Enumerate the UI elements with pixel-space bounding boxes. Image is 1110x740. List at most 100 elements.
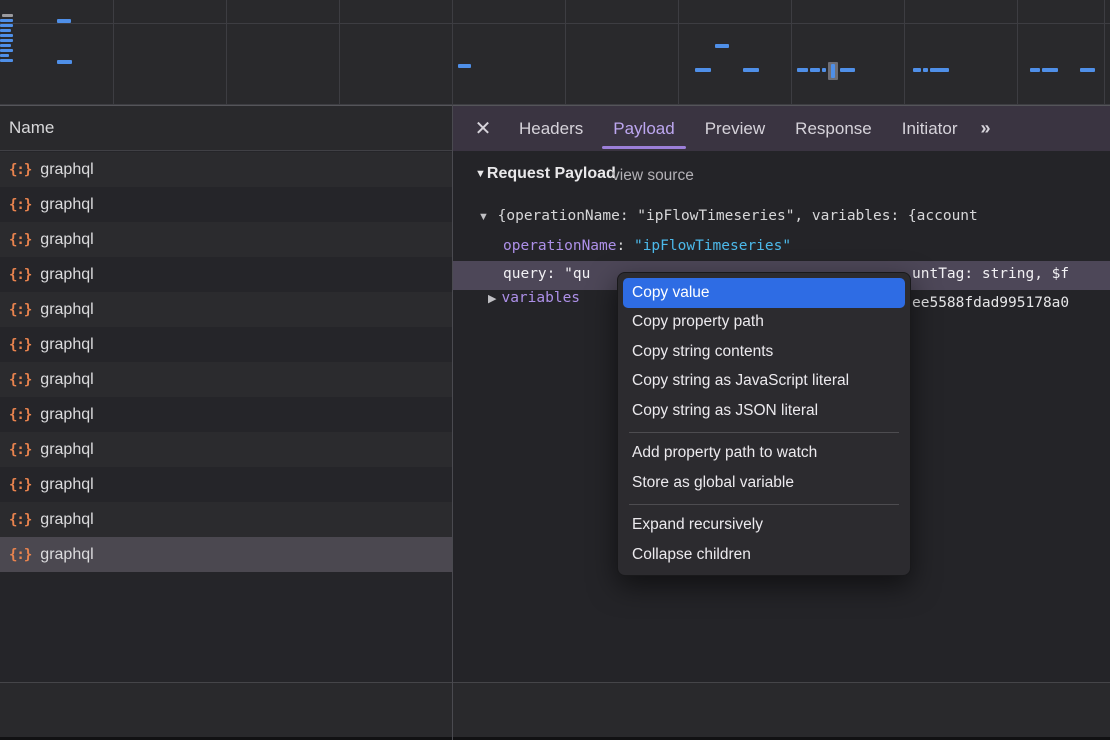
waterfall-bar — [913, 68, 921, 72]
json-fetch-icon: {:} — [9, 547, 31, 563]
pane-splitter[interactable] — [452, 105, 453, 740]
request-rows: {:} graphql {:} graphql {:} graphql {:} grap… — [0, 152, 452, 572]
query-left-fragment: query: "qu — [503, 266, 590, 282]
request-name: graphql — [40, 511, 93, 529]
waterfall-bar — [57, 60, 72, 64]
devtools-network-panel: Name {:} graphql {:} graphql {:} graphql {:… — [0, 0, 1110, 740]
waterfall-bar — [0, 19, 13, 22]
variables-right-fragment: ee5588fdad995178a0 — [912, 295, 1069, 311]
table-row[interactable]: {:} graphql — [0, 397, 452, 432]
waterfall-bar — [1030, 68, 1040, 72]
waterfall-bar — [0, 44, 11, 47]
menu-item-copy-string-js-literal[interactable]: Copy string as JavaScript literal — [623, 367, 905, 397]
table-row[interactable]: {:}graphql — [0, 432, 452, 467]
waterfall-bar — [923, 68, 928, 72]
menu-separator — [629, 432, 899, 433]
overview-gridline — [1017, 0, 1018, 105]
request-name: graphql — [40, 266, 93, 284]
tab-initiator[interactable]: Initiator — [887, 106, 973, 151]
menu-item-copy-value[interactable]: Copy value — [623, 278, 905, 308]
request-name: graphql — [40, 476, 93, 494]
waterfall-bar — [930, 68, 949, 72]
more-tabs-icon[interactable]: » — [972, 106, 1000, 151]
payload-summary-row[interactable]: ▼ {operationName: "ipFlowTimeseries", va… — [478, 208, 1110, 224]
json-fetch-icon: {:} — [9, 232, 31, 248]
menu-separator — [629, 504, 899, 505]
request-list-pane: Name {:} graphql {:} graphql {:} graphql {:… — [0, 105, 452, 682]
menu-item-copy-property-path[interactable]: Copy property path — [623, 308, 905, 338]
request-name: graphql — [40, 231, 93, 249]
table-row[interactable]: {:} graphql — [0, 467, 452, 502]
json-fetch-icon: {:} — [9, 407, 31, 423]
overview-gridline — [678, 0, 679, 105]
table-row[interactable]: {:} graphql — [0, 222, 452, 257]
waterfall-bar — [0, 39, 13, 42]
menu-item-expand-recursively[interactable]: Expand recursively — [623, 511, 905, 541]
overview-gridline — [113, 0, 114, 105]
payload-summary-text: {operationName: "ipFlowTimeseries", vari… — [498, 208, 978, 224]
tab-payload[interactable]: Payload — [598, 106, 689, 151]
tree-row-operation-name[interactable]: operationName: "ipFlowTimeseries" — [503, 238, 791, 254]
section-title: Request Payload — [487, 165, 616, 183]
network-overview-timeline[interactable] — [0, 0, 1110, 105]
table-row[interactable]: {:}graphql — [0, 187, 452, 222]
menu-item-copy-string-contents[interactable]: Copy string contents — [623, 337, 905, 367]
request-name: graphql — [40, 546, 93, 564]
table-row-selected[interactable]: {:} graphql — [0, 537, 452, 572]
request-name: graphql — [40, 406, 93, 424]
overview-gridline — [1104, 0, 1105, 105]
menu-item-add-property-path-to-watch[interactable]: Add property path to watch — [623, 439, 905, 469]
view-source-link[interactable]: view source — [612, 167, 694, 185]
json-fetch-icon: {:} — [9, 337, 31, 353]
collapse-triangle-icon: ▼ — [475, 168, 486, 180]
expand-triangle-icon: ▶ — [488, 293, 496, 305]
overview-gridline — [791, 0, 792, 105]
summary-footer — [0, 682, 1110, 737]
request-payload-section[interactable]: ▼ Request Payload — [475, 165, 616, 183]
table-row[interactable]: {:} graphql — [0, 152, 452, 187]
menu-item-collapse-children[interactable]: Collapse children — [623, 540, 905, 570]
waterfall-bar — [0, 34, 13, 37]
json-fetch-icon: {:} — [9, 477, 31, 493]
json-fetch-icon: {:} — [9, 267, 31, 283]
waterfall-bar — [0, 29, 11, 32]
request-name: graphql — [40, 161, 93, 179]
collapse-triangle-icon: ▼ — [478, 211, 489, 223]
menu-item-copy-string-json-literal[interactable]: Copy string as JSON literal — [623, 396, 905, 426]
json-fetch-icon: {:} — [9, 442, 31, 458]
waterfall-bar — [797, 68, 808, 72]
table-row[interactable]: {:}graphql — [0, 292, 452, 327]
table-row[interactable]: {:}graphql — [0, 362, 452, 397]
json-fetch-icon: {:} — [9, 162, 31, 178]
overview-gridline — [565, 0, 566, 105]
waterfall-bar — [822, 68, 826, 72]
waterfall-bar — [0, 49, 13, 52]
table-row[interactable]: {:} graphql — [0, 327, 452, 362]
waterfall-bar — [0, 24, 13, 27]
overview-gridline — [339, 0, 340, 105]
request-name: graphql — [40, 336, 93, 354]
overview-gridline — [0, 23, 1110, 24]
menu-item-store-as-global-variable[interactable]: Store as global variable — [623, 468, 905, 498]
tab-preview[interactable]: Preview — [690, 106, 780, 151]
tab-headers[interactable]: Headers — [504, 106, 598, 151]
waterfall-bar — [458, 64, 471, 68]
waterfall-bar — [57, 19, 71, 23]
tab-response[interactable]: Response — [780, 106, 887, 151]
table-row[interactable]: {:} graphql — [0, 257, 452, 292]
name-column-header[interactable]: Name — [0, 106, 452, 151]
tree-row-variables[interactable]: ▶variables — [488, 290, 580, 319]
overview-gridline — [904, 0, 905, 105]
detail-tabbar: ✕ Headers Payload Preview Response Initi… — [453, 105, 1110, 151]
waterfall-bar — [1080, 68, 1095, 72]
property-key: operationName — [503, 238, 617, 254]
property-value: "ipFlowTimeseries" — [634, 238, 791, 254]
overview-gridline — [452, 0, 453, 105]
query-right-fragment: untTag: string, $f — [912, 266, 1069, 282]
waterfall-bar — [1042, 68, 1058, 72]
table-row[interactable]: {:} graphql — [0, 502, 452, 537]
close-icon[interactable]: ✕ — [471, 106, 495, 151]
json-fetch-icon: {:} — [9, 512, 31, 528]
waterfall-bar — [0, 54, 9, 57]
json-fetch-icon: {:} — [9, 197, 31, 213]
